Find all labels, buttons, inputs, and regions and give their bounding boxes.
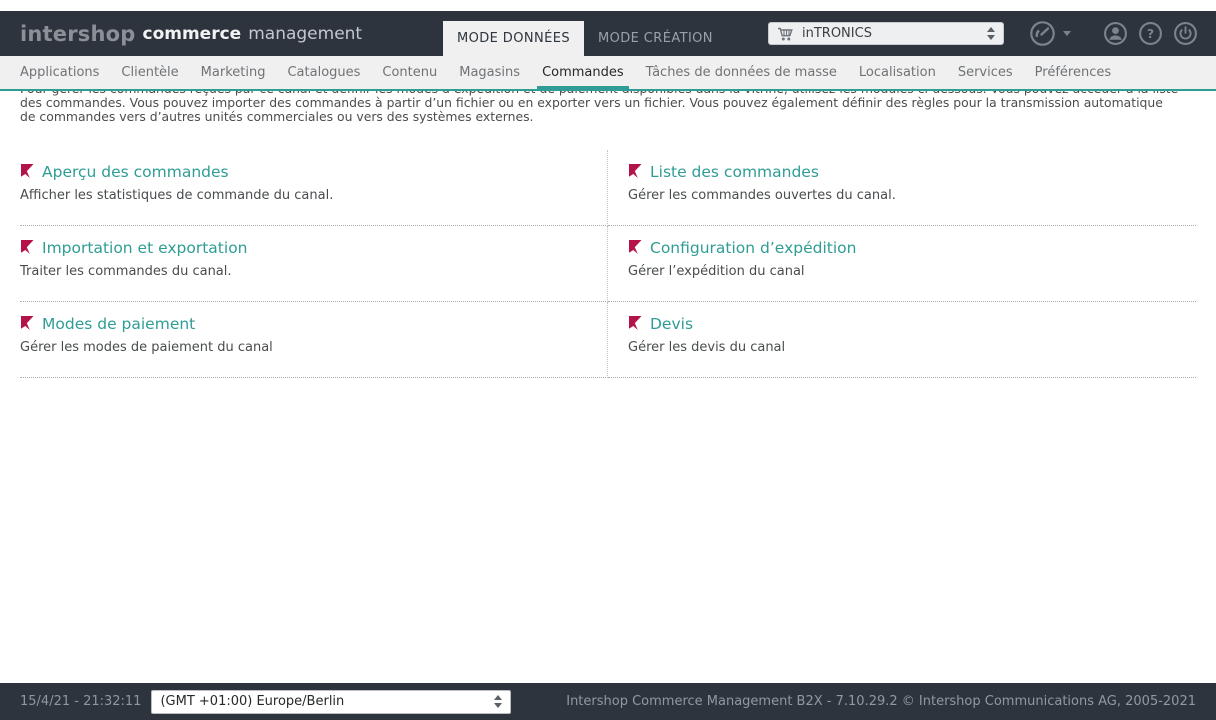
tab-mode-donnees[interactable]: MODE DONNÉES — [443, 21, 584, 56]
nav-item-contenu[interactable]: Contenu — [371, 56, 448, 89]
module-quotes: Devis Gérer les devis du canal — [608, 302, 1196, 378]
footer-copyright: Intershop Commerce Management B2X - 7.10… — [566, 694, 1196, 709]
module-order-list: Liste des commandes Gérer les commandes … — [608, 150, 1196, 226]
flag-icon — [20, 239, 35, 255]
module-quotes-desc: Gérer les devis du canal — [628, 340, 1196, 355]
top-header-bar: intershop commerce management MODE DONNÉ… — [0, 11, 1216, 56]
flag-icon — [628, 239, 643, 255]
nav-item-magasins[interactable]: Magasins — [448, 56, 531, 89]
module-payment-methods-desc: Gérer les modes de paiement du canal — [20, 340, 585, 355]
nav-item-taches-de-masse[interactable]: Tâches de données de masse — [635, 56, 848, 89]
chevron-down-icon — [1063, 31, 1071, 36]
select-stepper-icon — [987, 27, 995, 40]
module-payment-methods-link[interactable]: Modes de paiement — [20, 315, 585, 333]
module-quotes-link[interactable]: Devis — [628, 315, 1196, 333]
module-order-list-desc: Gérer les commandes ouvertes du canal. — [628, 188, 1196, 203]
nav-item-services[interactable]: Services — [947, 56, 1024, 89]
flag-icon — [628, 163, 643, 179]
user-account-icon[interactable] — [1103, 21, 1128, 46]
help-question-icon[interactable]: ? — [1138, 21, 1163, 46]
tab-mode-creation[interactable]: MODE CRÉATION — [584, 21, 727, 56]
logo-commerce: commerce — [143, 24, 242, 44]
flag-icon — [20, 163, 35, 179]
nav-item-localisation[interactable]: Localisation — [848, 56, 947, 89]
channel-selector[interactable]: inTRONICS — [768, 22, 1004, 45]
header-icon-group: ? — [1029, 20, 1198, 47]
module-import-export: Importation et exportation Traiter les c… — [20, 226, 608, 302]
flag-icon — [628, 315, 643, 331]
main-navigation: Applications Clientèle Marketing Catalog… — [0, 56, 1216, 91]
dashboard-gauge-icon[interactable] — [1029, 20, 1071, 47]
mode-tabs: MODE DONNÉES MODE CRÉATION — [443, 21, 727, 56]
nav-item-preferences[interactable]: Préférences — [1024, 56, 1122, 89]
module-payment-methods: Modes de paiement Gérer les modes de pai… — [20, 302, 608, 378]
timezone-selector-value: (GMT +01:00) Europe/Berlin — [160, 694, 494, 709]
module-shipping-config-link[interactable]: Configuration d’expédition — [628, 239, 1196, 257]
nav-item-clientele[interactable]: Clientèle — [110, 56, 189, 89]
nav-item-marketing[interactable]: Marketing — [190, 56, 277, 89]
timezone-selector[interactable]: (GMT +01:00) Europe/Berlin — [151, 690, 511, 714]
flag-icon — [20, 315, 35, 331]
module-import-export-desc: Traiter les commandes du canal. — [20, 264, 585, 279]
app-logo: intershop commerce management — [20, 11, 362, 56]
module-shipping-config-desc: Gérer l’expédition du canal — [628, 264, 1196, 279]
nav-item-commandes[interactable]: Commandes — [531, 56, 635, 89]
logo-intershop: intershop — [20, 22, 136, 46]
module-order-overview-desc: Afficher les statistiques de commande du… — [20, 188, 585, 203]
svg-text:?: ? — [1147, 26, 1154, 41]
module-order-overview-link[interactable]: Aperçu des commandes — [20, 163, 585, 181]
module-shipping-config: Configuration d’expédition Gérer l’expéd… — [608, 226, 1196, 302]
nav-item-applications[interactable]: Applications — [9, 56, 110, 89]
module-import-export-link[interactable]: Importation et exportation — [20, 239, 585, 257]
module-grid: Aperçu des commandes Afficher les statis… — [20, 150, 1196, 378]
select-stepper-icon — [494, 695, 502, 708]
module-order-list-link[interactable]: Liste des commandes — [628, 163, 1196, 181]
cart-icon — [777, 26, 794, 42]
footer-datetime: 15/4/21 - 21:32:11 — [20, 694, 141, 709]
footer-bar: 15/4/21 - 21:32:11 (GMT +01:00) Europe/B… — [0, 683, 1216, 720]
nav-item-catalogues[interactable]: Catalogues — [276, 56, 371, 89]
module-order-overview: Aperçu des commandes Afficher les statis… — [20, 150, 608, 226]
channel-selector-value: inTRONICS — [802, 26, 987, 41]
logo-management: management — [248, 24, 362, 44]
logout-power-icon[interactable] — [1173, 21, 1198, 46]
